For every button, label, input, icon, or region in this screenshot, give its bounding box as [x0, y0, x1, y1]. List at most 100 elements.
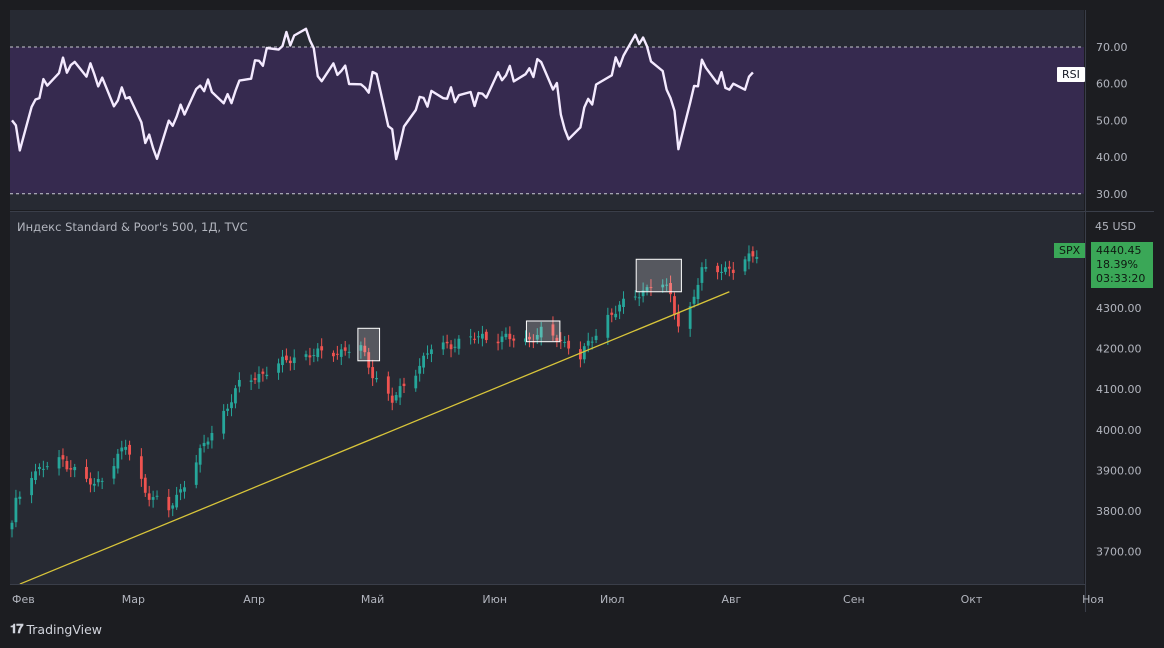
candle-body: [171, 505, 175, 509]
candle-body: [618, 304, 621, 312]
tradingview-logo[interactable]: 𝟏𝟕 TradingView: [10, 622, 102, 637]
candle-body: [198, 448, 202, 465]
candle-body: [194, 462, 198, 485]
candle-body: [688, 306, 692, 329]
candle-body: [45, 466, 49, 468]
candle-body: [394, 395, 398, 401]
candle-body: [500, 336, 504, 343]
month-tick: Апр: [243, 593, 265, 606]
candle-body: [183, 487, 186, 492]
candle-body: [69, 468, 73, 470]
candle-body: [304, 354, 308, 357]
candle-body: [614, 313, 618, 318]
candle-body: [18, 496, 22, 499]
rsi-band: [10, 47, 1084, 194]
candle-body: [89, 478, 92, 485]
candle-body: [112, 466, 116, 479]
candle-body: [96, 478, 100, 483]
candle-body: [610, 312, 614, 315]
rsi-tick: 70.00: [1096, 41, 1128, 54]
candle-body: [285, 355, 288, 361]
candle-body: [257, 374, 261, 383]
candle-body: [308, 355, 312, 358]
candle-body: [65, 461, 69, 470]
highlight-box[interactable]: [357, 327, 381, 362]
tradingview-icon: 𝟏𝟕: [10, 622, 24, 637]
candle-body: [727, 266, 731, 269]
candle-body: [418, 365, 422, 374]
candle-body: [633, 296, 637, 298]
candle-body: [567, 340, 571, 349]
candle-body: [700, 267, 704, 283]
candle-body: [73, 466, 77, 471]
candle-body: [496, 341, 500, 344]
candle-body: [57, 457, 61, 469]
candle-body: [253, 378, 257, 380]
candle-body: [426, 353, 429, 355]
candle-body: [175, 494, 179, 508]
highlight-box[interactable]: [635, 258, 682, 293]
candle-body: [586, 340, 590, 346]
candle-body: [375, 378, 378, 380]
candle-body: [751, 251, 755, 257]
candle-body: [743, 259, 747, 272]
brand-name: TradingView: [26, 622, 102, 637]
candle-body: [202, 442, 206, 447]
candle-body: [277, 363, 280, 373]
candle-body: [128, 444, 131, 455]
candle-body: [386, 376, 390, 394]
candle-body: [139, 456, 143, 479]
candle-body: [457, 338, 461, 349]
candle-body: [371, 367, 375, 379]
candle-body: [339, 349, 343, 357]
candle-body: [445, 341, 449, 344]
candle-body: [249, 380, 253, 382]
symbol-tag: SPX: [1054, 243, 1086, 258]
candle-body: [347, 351, 351, 353]
price-tick: 3700.00: [1096, 546, 1142, 559]
candle-body: [582, 346, 586, 360]
price-pane[interactable]: [10, 212, 1084, 584]
candle-body: [343, 347, 347, 351]
candle-body: [316, 348, 320, 358]
last-price: 4440.45: [1096, 244, 1142, 257]
candle-body: [147, 493, 151, 500]
month-tick: Июл: [600, 593, 625, 606]
price-tick: 4000.00: [1096, 424, 1142, 437]
candle-body: [606, 314, 610, 338]
candle-body: [167, 496, 171, 511]
candle-body: [206, 441, 210, 445]
candle-body: [720, 271, 723, 273]
highlight-box[interactable]: [525, 320, 561, 343]
month-tick: Май: [361, 593, 384, 606]
price-change: 18.39%: [1096, 258, 1138, 271]
candle-body: [504, 333, 508, 338]
bar-countdown: 03:33:20: [1096, 272, 1146, 285]
candle-body: [320, 346, 324, 351]
candle-body: [469, 336, 473, 338]
candle-body: [124, 446, 128, 450]
candle-body: [512, 338, 516, 341]
candle-body: [222, 410, 226, 434]
candle-body: [755, 257, 759, 259]
candle-body: [10, 522, 14, 530]
candle-body: [422, 355, 425, 368]
candle-body: [716, 265, 719, 273]
candle-body: [484, 331, 488, 341]
candle-body: [151, 497, 155, 500]
price-tick: 3800.00: [1096, 505, 1142, 518]
candle-body: [398, 386, 402, 398]
month-tick: Окт: [961, 593, 983, 606]
candle-body: [590, 341, 594, 343]
month-tick: Мар: [122, 593, 145, 606]
candle-body: [430, 349, 433, 355]
candle-body: [390, 395, 394, 403]
rsi-tick: 30.00: [1096, 188, 1128, 201]
price-tick: 4200.00: [1096, 343, 1142, 356]
candle-body: [281, 356, 284, 366]
candle-body: [143, 477, 147, 493]
candle-body: [481, 333, 484, 339]
candle-body: [724, 267, 727, 272]
candle-body: [38, 466, 41, 470]
currency-label[interactable]: 45 USD: [1095, 220, 1155, 233]
